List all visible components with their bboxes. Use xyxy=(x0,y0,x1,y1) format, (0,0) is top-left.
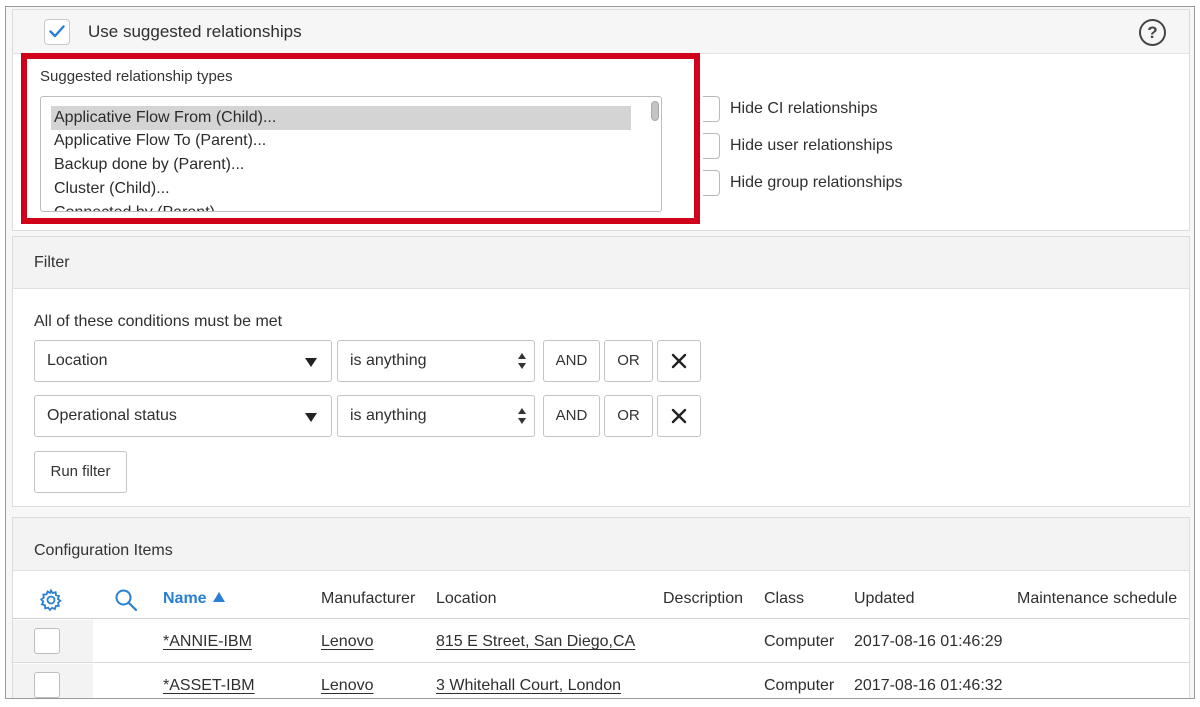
run-filter-button[interactable]: Run filter xyxy=(34,451,127,493)
close-icon xyxy=(671,353,687,369)
and-button[interactable]: AND xyxy=(543,340,600,382)
sort-arrows-icon xyxy=(518,353,526,371)
location-link[interactable]: 3 Whitehall Court, London xyxy=(436,677,621,695)
column-header-name-label: Name xyxy=(163,590,207,607)
suggested-relationships-panel: Use suggested relationships ? Suggested … xyxy=(12,9,1190,231)
ci-name-link[interactable]: *ANNIE-IBM xyxy=(163,633,252,651)
condition-operator-select[interactable]: is anything xyxy=(337,395,535,437)
help-icon[interactable]: ? xyxy=(1139,19,1166,46)
use-suggested-checkbox[interactable] xyxy=(44,19,70,45)
condition-field-select[interactable]: Operational status xyxy=(34,395,332,437)
and-button[interactable]: AND xyxy=(543,395,600,437)
manufacturer-link[interactable]: Lenovo xyxy=(321,633,374,651)
column-header-location[interactable]: Location xyxy=(436,590,497,608)
class-cell: Computer xyxy=(764,633,835,650)
condition-operator-value: is anything xyxy=(350,407,427,424)
ci-name-link[interactable]: *ASSET-IBM xyxy=(163,677,255,695)
condition-field-value: Operational status xyxy=(47,407,177,424)
column-header-class[interactable]: Class xyxy=(764,590,804,608)
hide-user-label: Hide user relationships xyxy=(730,137,893,154)
class-cell: Computer xyxy=(764,677,835,694)
hide-group-checkbox[interactable] xyxy=(703,170,720,196)
header-divider xyxy=(13,618,1189,619)
condition-field-select[interactable]: Location xyxy=(34,340,332,382)
hide-ci-label: Hide CI relationships xyxy=(730,100,878,117)
column-header-description[interactable]: Description xyxy=(663,590,743,608)
checkmark-icon xyxy=(49,25,65,38)
table-row: *ANNIE-IBM Lenovo 815 E Street, San Dieg… xyxy=(13,620,1189,663)
table-row: *ASSET-IBM Lenovo 3 Whitehall Court, Lon… xyxy=(13,664,1189,698)
column-header-name[interactable]: Name xyxy=(163,590,225,608)
sort-arrows-icon xyxy=(518,408,526,426)
hide-user-checkbox[interactable] xyxy=(703,133,720,159)
use-suggested-label: Use suggested relationships xyxy=(88,22,302,41)
manufacturer-link[interactable]: Lenovo xyxy=(321,677,374,695)
column-header-updated[interactable]: Updated xyxy=(854,590,915,608)
column-header-maintenance[interactable]: Maintenance schedule xyxy=(1017,590,1177,608)
hide-group-label: Hide group relationships xyxy=(730,174,903,191)
filter-title: Filter xyxy=(34,254,70,271)
chevron-down-icon xyxy=(305,358,317,367)
highlight-annotation xyxy=(21,53,700,224)
location-link[interactable]: 815 E Street, San Diego,CA xyxy=(436,633,635,651)
remove-condition-button[interactable] xyxy=(657,340,701,382)
filter-header: Filter xyxy=(13,237,1189,289)
or-button[interactable]: OR xyxy=(604,340,653,382)
condition-operator-select[interactable]: is anything xyxy=(337,340,535,382)
conditions-label: All of these conditions must be met xyxy=(34,313,283,330)
ci-title: Configuration Items xyxy=(34,542,173,559)
relationship-editor: Use suggested relationships ? Suggested … xyxy=(5,6,1195,699)
row-checkbox[interactable] xyxy=(34,672,60,698)
remove-condition-button[interactable] xyxy=(657,395,701,437)
filter-panel: Filter All of these conditions must be m… xyxy=(12,236,1190,507)
search-icon[interactable] xyxy=(114,588,138,612)
configuration-items-panel: Configuration Items Name Manufacturer Lo… xyxy=(12,517,1190,698)
updated-cell: 2017-08-16 01:46:29 xyxy=(854,633,1003,650)
condition-operator-value: is anything xyxy=(350,352,427,369)
row-checkbox[interactable] xyxy=(34,628,60,654)
condition-field-value: Location xyxy=(47,352,108,369)
close-icon xyxy=(671,408,687,424)
top-bar: Use suggested relationships ? xyxy=(13,10,1189,54)
updated-cell: 2017-08-16 01:46:32 xyxy=(854,677,1003,694)
hide-ci-checkbox[interactable] xyxy=(703,96,720,122)
ci-header: Configuration Items xyxy=(13,518,1189,571)
or-button[interactable]: OR xyxy=(604,395,653,437)
column-header-manufacturer[interactable]: Manufacturer xyxy=(321,590,415,608)
chevron-down-icon xyxy=(305,413,317,422)
sort-ascending-icon xyxy=(212,592,225,602)
gear-icon[interactable] xyxy=(39,588,63,612)
